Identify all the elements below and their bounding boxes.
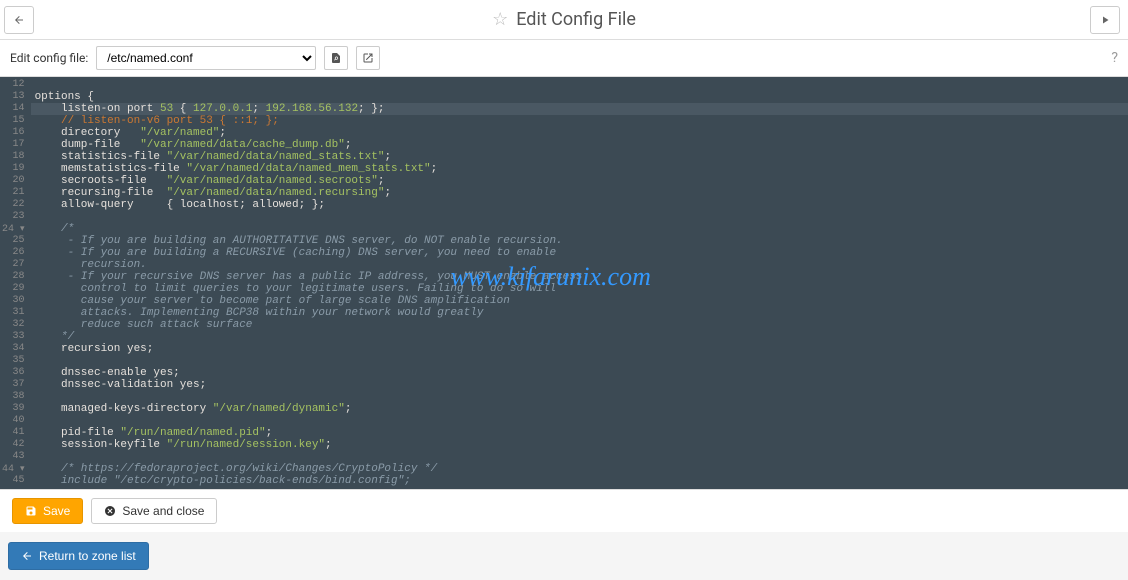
gutter: 12131415161718192021222324 ▾252627282930…	[0, 77, 31, 489]
code-line[interactable]	[31, 211, 1128, 223]
save-close-button[interactable]: Save and close	[91, 498, 217, 524]
line-number: 19	[2, 163, 25, 175]
return-button[interactable]: Return to zone list	[8, 542, 149, 570]
code-line[interactable]: dnssec-enable yes;	[31, 367, 1128, 379]
line-number: 45	[2, 475, 25, 487]
return-label: Return to zone list	[39, 549, 136, 563]
save-button[interactable]: Save	[12, 498, 83, 524]
line-number: 12	[2, 79, 25, 91]
help-icon[interactable]: ?	[1111, 50, 1118, 66]
line-number: 28	[2, 271, 25, 283]
line-number: 40	[2, 415, 25, 427]
code-line[interactable]	[31, 391, 1128, 403]
line-number: 17	[2, 139, 25, 151]
toolbar-label: Edit config file:	[10, 51, 88, 65]
line-number: 24 ▾	[2, 223, 25, 235]
code-editor[interactable]: 12131415161718192021222324 ▾252627282930…	[0, 77, 1128, 489]
bottom-bar: Return to zone list	[0, 532, 1128, 580]
code-line[interactable]: session-keyfile "/run/named/session.key"…	[31, 439, 1128, 451]
line-number: 27	[2, 259, 25, 271]
code-area[interactable]: options { listen-on port 53 { 127.0.0.1;…	[31, 77, 1128, 489]
code-line[interactable]: recursion yes;	[31, 343, 1128, 355]
code-line[interactable]: - If your recursive DNS server has a pub…	[31, 271, 1128, 283]
line-number: 22	[2, 199, 25, 211]
code-line[interactable]: dnssec-validation yes;	[31, 379, 1128, 391]
code-line[interactable]: /* https://fedoraproject.org/wiki/Change…	[31, 463, 1128, 475]
line-number: 16	[2, 127, 25, 139]
code-line[interactable]: - If you are building a RECURSIVE (cachi…	[31, 247, 1128, 259]
save-icon	[25, 505, 37, 517]
arrow-left-icon	[21, 550, 33, 562]
code-line[interactable]: // listen-on-v6 port 53 { ::1; };	[31, 115, 1128, 127]
line-number: 14	[2, 103, 25, 115]
search-file-button[interactable]	[324, 46, 348, 70]
line-number: 38	[2, 391, 25, 403]
save-label: Save	[43, 504, 70, 518]
line-number: 23	[2, 211, 25, 223]
open-external-button[interactable]	[356, 46, 380, 70]
code-line[interactable]: cause your server to become part of larg…	[31, 295, 1128, 307]
code-line[interactable]: */	[31, 331, 1128, 343]
code-line[interactable]: include "/etc/crypto-policies/back-ends/…	[31, 475, 1128, 487]
header: ☆ Edit Config File	[0, 0, 1128, 40]
line-number: 26	[2, 247, 25, 259]
line-number: 43	[2, 451, 25, 463]
file-search-icon	[330, 52, 342, 64]
code-line[interactable]: managed-keys-directory "/var/named/dynam…	[31, 403, 1128, 415]
code-line[interactable]	[31, 451, 1128, 463]
code-line[interactable]: pid-file "/run/named/named.pid";	[31, 427, 1128, 439]
close-icon	[104, 505, 116, 517]
line-number: 32	[2, 319, 25, 331]
toolbar: Edit config file: /etc/named.conf ?	[0, 40, 1128, 77]
play-icon	[1099, 14, 1111, 26]
line-number: 20	[2, 175, 25, 187]
line-number: 15	[2, 115, 25, 127]
line-number: 31	[2, 307, 25, 319]
action-bar: Save Save and close	[0, 489, 1128, 532]
arrow-left-icon	[13, 14, 25, 26]
line-number: 34	[2, 343, 25, 355]
code-line[interactable]: secroots-file "/var/named/data/named.sec…	[31, 175, 1128, 187]
external-link-icon	[362, 52, 374, 64]
line-number: 36	[2, 367, 25, 379]
line-number: 35	[2, 355, 25, 367]
code-line[interactable]: recursion.	[31, 259, 1128, 271]
code-line[interactable]: reduce such attack surface	[31, 319, 1128, 331]
line-number: 13	[2, 91, 25, 103]
code-line[interactable]	[31, 415, 1128, 427]
code-line[interactable]: - If you are building an AUTHORITATIVE D…	[31, 235, 1128, 247]
code-line[interactable]: listen-on port 53 { 127.0.0.1; 192.168.5…	[31, 103, 1128, 115]
page-title: Edit Config File	[516, 9, 636, 30]
code-line[interactable]: options {	[31, 91, 1128, 103]
line-number: 37	[2, 379, 25, 391]
code-line[interactable]: statistics-file "/var/named/data/named_s…	[31, 151, 1128, 163]
code-line[interactable]	[31, 355, 1128, 367]
line-number: 30	[2, 295, 25, 307]
code-line[interactable]	[31, 79, 1128, 91]
back-button[interactable]	[4, 6, 34, 34]
code-line[interactable]: memstatistics-file "/var/named/data/name…	[31, 163, 1128, 175]
line-number: 18	[2, 151, 25, 163]
code-line[interactable]: attacks. Implementing BCP38 within your …	[31, 307, 1128, 319]
save-close-label: Save and close	[122, 504, 204, 518]
code-line[interactable]: control to limit queries to your legitim…	[31, 283, 1128, 295]
line-number: 29	[2, 283, 25, 295]
star-icon[interactable]: ☆	[492, 9, 508, 30]
line-number: 41	[2, 427, 25, 439]
code-line[interactable]: recursing-file "/var/named/data/named.re…	[31, 187, 1128, 199]
code-line[interactable]: /*	[31, 223, 1128, 235]
code-line[interactable]: allow-query { localhost; allowed; };	[31, 199, 1128, 211]
code-line[interactable]: directory "/var/named";	[31, 127, 1128, 139]
line-number: 44 ▾	[2, 463, 25, 475]
play-button[interactable]	[1090, 6, 1120, 34]
line-number: 25	[2, 235, 25, 247]
line-number: 33	[2, 331, 25, 343]
line-number: 42	[2, 439, 25, 451]
file-select[interactable]: /etc/named.conf	[96, 46, 316, 70]
line-number: 39	[2, 403, 25, 415]
code-line[interactable]: dump-file "/var/named/data/cache_dump.db…	[31, 139, 1128, 151]
line-number: 21	[2, 187, 25, 199]
